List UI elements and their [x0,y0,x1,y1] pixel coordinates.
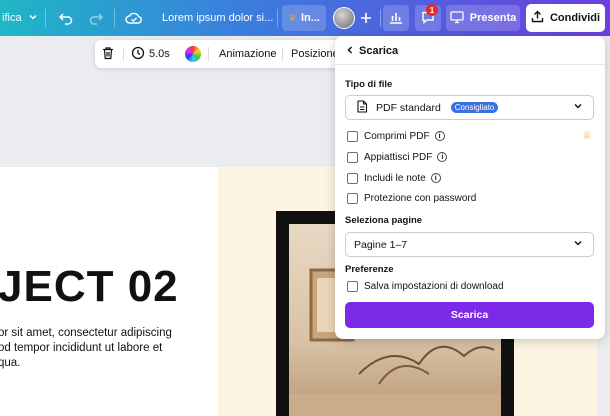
trash-icon [101,46,115,63]
divider [282,47,283,61]
pages-value: Pagine 1–7 [354,238,408,251]
panel-title: Scarica [359,45,399,57]
element-toolbar: 5.0s Animazione Posizione [95,40,345,68]
info-icon[interactable]: i [430,173,441,183]
info-icon[interactable]: i [434,131,445,141]
redo-button[interactable] [83,0,109,36]
delete-button[interactable] [101,40,115,68]
download-panel: Scarica Tipo di file PDF standard Consig… [335,36,605,339]
pro-upgrade-label: In... [301,12,320,24]
bar-chart-icon [389,10,403,27]
flatten-pdf-label: Appiattisci PDF [364,151,433,163]
pages-label: Seleziona pagine [345,215,423,226]
pro-upgrade-button[interactable]: ♕ In... [282,5,326,31]
timing-button[interactable]: 5.0s [131,40,170,68]
password-protection-checkbox[interactable] [347,192,358,204]
position-button[interactable]: Posizione [291,40,339,68]
document-icon [356,99,368,116]
present-label: Presenta [469,12,517,24]
redo-icon [83,5,109,31]
cloud-check-icon [121,5,147,31]
pages-select[interactable]: Pagine 1–7 [345,232,594,257]
chevron-left-icon [345,42,355,60]
save-settings-label: Salva impostazioni di download [364,280,504,292]
compress-pdf-checkbox[interactable] [347,130,358,142]
avatar[interactable] [333,0,355,36]
file-type-select[interactable]: PDF standard Consigliato [345,95,594,120]
include-notes-label: Includi le note [364,172,426,184]
page-paragraph[interactable]: or sit amet, consectetur adipiscing od t… [0,326,183,371]
undo-button[interactable] [53,0,79,36]
password-protection-option[interactable]: Protezione con password [347,191,476,205]
divider [277,9,278,27]
compress-pdf-option[interactable]: Comprimi PDF i [347,129,445,143]
file-type-label: Tipo di file [345,79,393,90]
insights-button[interactable] [383,5,409,31]
divider [208,47,209,61]
flatten-pdf-option[interactable]: Appiattisci PDF i [347,150,448,164]
clock-icon [131,46,145,63]
chevron-down-icon [573,238,583,251]
file-menu-label: ifica [2,12,22,24]
present-icon [450,10,464,27]
file-menu[interactable]: ifica [0,0,38,36]
download-button[interactable]: Scarica [345,302,594,328]
divider [123,47,124,61]
flatten-pdf-checkbox[interactable] [347,151,358,163]
color-wheel-icon [185,46,201,62]
page-headline[interactable]: JECT 02 [0,262,179,312]
position-label: Posizione [291,48,339,60]
include-notes-option[interactable]: Includi le note i [347,171,441,185]
animation-label: Animazione [219,48,277,60]
divider [114,9,115,27]
chevron-down-icon [573,101,583,114]
share-label: Condividi [549,12,601,24]
compress-pdf-label: Comprimi PDF [364,130,430,142]
duration-label: 5.0s [149,48,170,60]
notification-badge: 1 [426,4,438,16]
top-toolbar: ifica Lorem ipsum dolor si... ♕ In... 1 … [0,0,610,36]
cloud-save-button[interactable] [121,0,147,36]
undo-icon [53,5,79,31]
plus-icon [353,5,379,31]
animation-button[interactable]: Animazione [219,40,276,68]
back-button[interactable] [343,44,357,58]
design-title[interactable]: Lorem ipsum dolor si... [162,0,273,36]
crown-icon: ♕ [582,130,592,142]
add-collaborator-button[interactable] [353,0,379,36]
avatar-image [333,7,355,29]
preferences-label: Preferenze [345,264,394,275]
divider [335,64,605,65]
divider [380,9,381,27]
upload-icon [531,10,544,26]
password-protection-label: Protezione con password [364,192,477,204]
save-settings-checkbox[interactable] [347,280,358,292]
include-notes-checkbox[interactable] [347,172,358,184]
share-button[interactable]: Condividi [526,4,605,32]
divider [45,9,46,27]
design-title-text: Lorem ipsum dolor si... [162,12,274,24]
recommended-badge: Consigliato [450,102,499,113]
crown-icon: ♕ [288,12,297,24]
color-picker-button[interactable] [185,40,201,68]
chevron-down-icon [28,12,38,25]
save-settings-option[interactable]: Salva impostazioni di download [347,279,504,293]
info-icon[interactable]: i [437,152,448,162]
file-type-value: PDF standard [376,101,441,114]
present-button[interactable]: Presenta [446,5,520,31]
